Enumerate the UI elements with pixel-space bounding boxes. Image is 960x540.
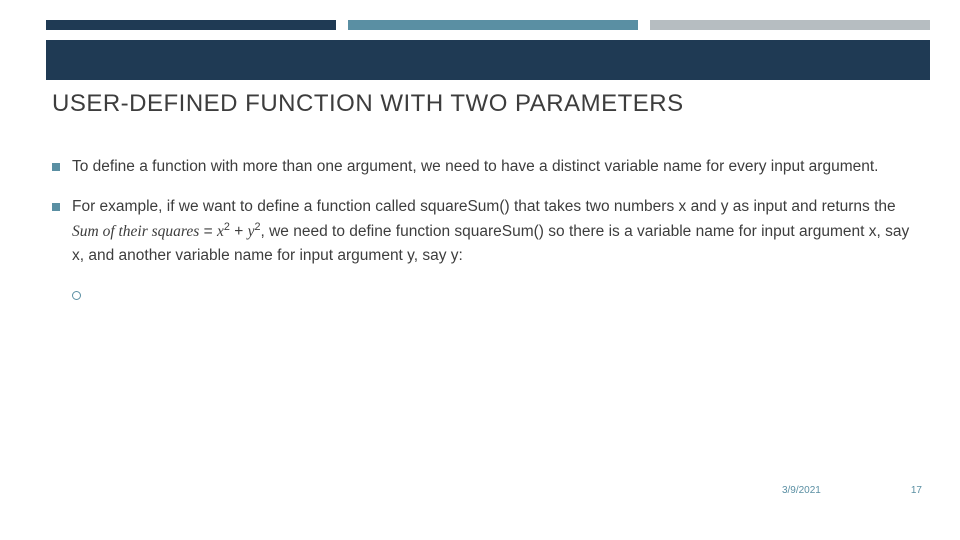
circle-bullet-icon (72, 291, 81, 300)
slide-content: To define a function with more than one … (52, 155, 920, 300)
footer-page-number: 17 (911, 485, 922, 496)
sub-bullet-item (72, 284, 920, 300)
stripe-gap (638, 20, 650, 30)
square-bullet-icon (52, 163, 60, 171)
footer-date: 3/9/2021 (782, 485, 821, 496)
stripe-teal (348, 20, 638, 30)
slide-title: USER-DEFINED FUNCTION WITH TWO PARAMETER… (52, 90, 684, 118)
math-lhs: Sum of their squares (72, 223, 199, 240)
stripe-navy (46, 20, 336, 30)
bullet-text: To define a function with more than one … (72, 155, 920, 179)
text-fragment: For example, if we want to define a func… (72, 198, 896, 215)
top-accent-stripe (46, 20, 930, 30)
stripe-gap (336, 20, 348, 30)
math-eq: = (199, 223, 217, 240)
square-bullet-icon (52, 203, 60, 211)
bullet-item-1: To define a function with more than one … (52, 155, 920, 179)
bullet-item-2: For example, if we want to define a func… (52, 195, 920, 268)
bullet-text: For example, if we want to define a func… (72, 195, 920, 268)
math-plus: + (230, 223, 248, 240)
title-container: USER-DEFINED FUNCTION WITH TWO PARAMETER… (46, 80, 930, 128)
slide-footer: 3/9/2021 17 (782, 485, 922, 496)
math-var-x: x (217, 223, 224, 240)
stripe-gray (650, 20, 930, 30)
